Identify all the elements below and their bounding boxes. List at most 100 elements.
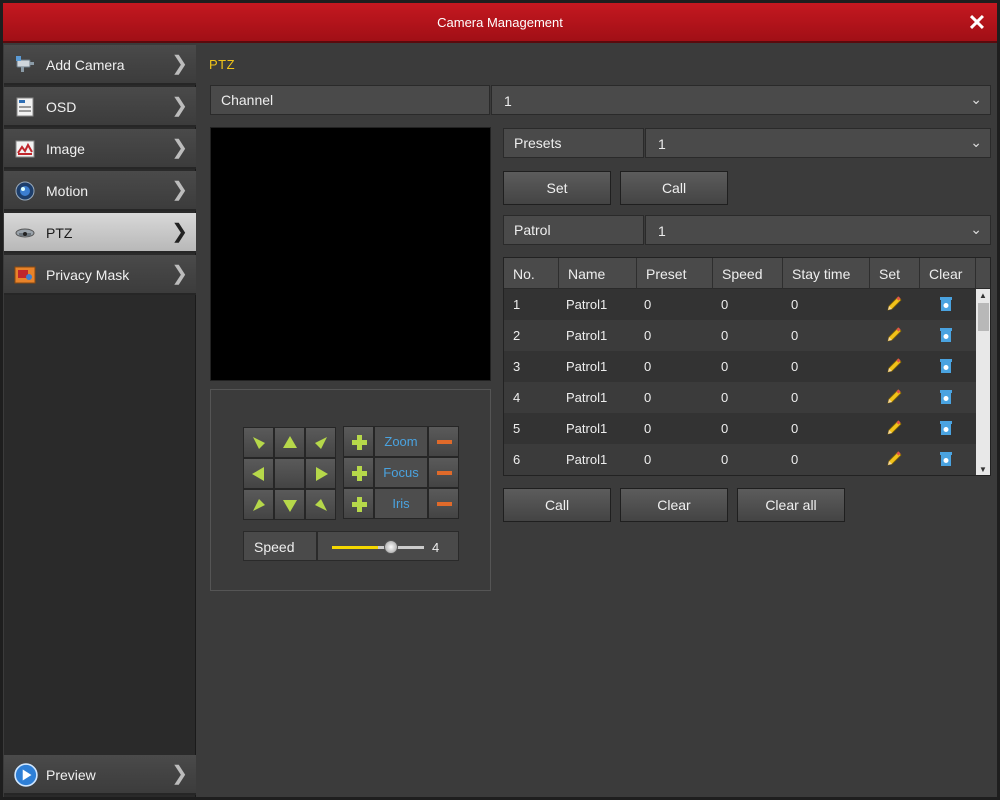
zoom-label: Zoom: [374, 426, 428, 457]
sidebar: Add Camera ❯ OSD ❯ Image ❯ Motion ❯ PTZ …: [4, 45, 196, 797]
trash-icon[interactable]: [937, 326, 955, 344]
section-title: PTZ: [209, 57, 236, 72]
sidebar-item-add-camera[interactable]: Add Camera ❯: [4, 45, 196, 85]
speed-slider-box: 4: [317, 531, 459, 561]
sidebar-item-preview[interactable]: Preview ❯: [4, 755, 196, 795]
presets-label: Presets: [503, 128, 644, 158]
table-row[interactable]: 5 Patrol1 0 0 0: [504, 413, 976, 444]
sidebar-item-label: Add Camera: [46, 57, 125, 73]
scroll-up-icon[interactable]: ▲: [979, 291, 987, 300]
table-row[interactable]: 1 Patrol1 0 0 0: [504, 289, 976, 320]
ptz-up-right-button[interactable]: [305, 427, 336, 458]
trash-icon[interactable]: [937, 295, 955, 313]
table-row[interactable]: 4 Patrol1 0 0 0: [504, 382, 976, 413]
iris-open-button[interactable]: [343, 488, 374, 519]
pencil-icon[interactable]: [885, 326, 903, 344]
chevron-right-icon: ❯: [171, 263, 188, 285]
channel-select[interactable]: 1 ⌄: [491, 85, 991, 115]
arrow-up-right-icon: [315, 437, 327, 449]
iris-close-button[interactable]: [428, 488, 459, 519]
trash-icon[interactable]: [937, 357, 955, 375]
scroll-thumb[interactable]: [978, 303, 989, 331]
patrol-call-button[interactable]: Call: [503, 488, 611, 522]
ptz-down-right-button[interactable]: [305, 489, 336, 520]
ptz-down-left-button[interactable]: [243, 489, 274, 520]
column-header-speed: Speed: [713, 258, 783, 289]
pencil-icon[interactable]: [885, 450, 903, 468]
row-name: Patrol1: [566, 328, 608, 343]
preset-set-button[interactable]: Set: [503, 171, 611, 205]
column-header-no: No.: [504, 258, 559, 289]
sidebar-item-privacy-mask[interactable]: Privacy Mask ❯: [4, 255, 196, 295]
patrol-table: No. Name Preset Speed Stay time Set Clea…: [503, 257, 991, 476]
ptz-left-button[interactable]: [243, 458, 274, 489]
window-title: Camera Management: [437, 15, 563, 30]
plus-icon: [352, 435, 367, 450]
sidebar-item-ptz[interactable]: PTZ ❯: [4, 213, 196, 253]
column-header-clear: Clear: [920, 258, 976, 289]
column-header-stay-time: Stay time: [783, 258, 870, 289]
table-scrollbar[interactable]: ▲ ▼: [976, 289, 990, 475]
speed-slider-knob[interactable]: [384, 540, 398, 554]
row-name: Patrol1: [566, 390, 608, 405]
pencil-icon[interactable]: [885, 295, 903, 313]
osd-icon: [16, 97, 34, 117]
ptz-center-button[interactable]: [274, 458, 305, 489]
camera-management-window: Camera Management ✕ Add Camera ❯ OSD ❯ I…: [0, 0, 1000, 800]
zoom-in-button[interactable]: [343, 426, 374, 457]
chevron-down-icon: ⌄: [970, 134, 982, 150]
row-name: Patrol1: [566, 421, 608, 436]
row-name: Patrol1: [566, 297, 608, 312]
camera-icon: [16, 56, 34, 72]
row-speed: 0: [721, 328, 729, 343]
pencil-icon[interactable]: [885, 357, 903, 375]
arrow-down-icon: [283, 500, 297, 512]
sidebar-item-image[interactable]: Image ❯: [4, 129, 196, 169]
channel-value: 1: [504, 93, 512, 109]
presets-select[interactable]: 1 ⌄: [645, 128, 991, 158]
ptz-up-button[interactable]: [274, 427, 305, 458]
privacy-mask-icon: [14, 266, 36, 284]
pencil-icon[interactable]: [885, 419, 903, 437]
trash-icon[interactable]: [937, 450, 955, 468]
ptz-up-left-button[interactable]: [243, 427, 274, 458]
row-no: 6: [513, 452, 521, 467]
chevron-right-icon: ❯: [171, 53, 188, 75]
arrow-left-icon: [252, 467, 264, 481]
sidebar-item-label: PTZ: [46, 225, 73, 241]
patrol-clear-button[interactable]: Clear: [620, 488, 728, 522]
row-stay-time: 0: [791, 390, 799, 405]
trash-icon[interactable]: [937, 419, 955, 437]
row-preset: 0: [644, 359, 652, 374]
arrow-down-left-icon: [253, 499, 265, 511]
ptz-right-button[interactable]: [305, 458, 336, 489]
table-row[interactable]: 2 Patrol1 0 0 0: [504, 320, 976, 351]
chevron-right-icon: ❯: [171, 221, 188, 243]
zoom-out-button[interactable]: [428, 426, 459, 457]
patrol-select[interactable]: 1 ⌄: [645, 215, 991, 245]
play-icon: [14, 763, 38, 787]
sidebar-item-label: Privacy Mask: [46, 267, 130, 283]
close-button[interactable]: ✕: [963, 9, 991, 37]
focus-far-button[interactable]: [428, 457, 459, 488]
minus-icon: [437, 471, 452, 475]
ptz-camera-icon: [15, 228, 35, 238]
ptz-down-button[interactable]: [274, 489, 305, 520]
trash-icon[interactable]: [937, 388, 955, 406]
video-preview: [210, 127, 491, 381]
sidebar-item-osd[interactable]: OSD ❯: [4, 87, 196, 127]
preset-call-button[interactable]: Call: [620, 171, 728, 205]
table-row[interactable]: 6 Patrol1 0 0 0: [504, 444, 976, 475]
focus-near-button[interactable]: [343, 457, 374, 488]
pencil-icon[interactable]: [885, 388, 903, 406]
channel-label: Channel: [210, 85, 490, 115]
patrol-clear-all-button[interactable]: Clear all: [737, 488, 845, 522]
speed-slider-track[interactable]: [332, 540, 424, 554]
sidebar-item-motion[interactable]: Motion ❯: [4, 171, 196, 211]
row-preset: 0: [644, 421, 652, 436]
table-row[interactable]: 3 Patrol1 0 0 0: [504, 351, 976, 382]
scroll-down-icon[interactable]: ▼: [979, 465, 987, 474]
close-icon: ✕: [967, 10, 987, 35]
chevron-down-icon: ⌄: [970, 221, 982, 237]
row-stay-time: 0: [791, 359, 799, 374]
